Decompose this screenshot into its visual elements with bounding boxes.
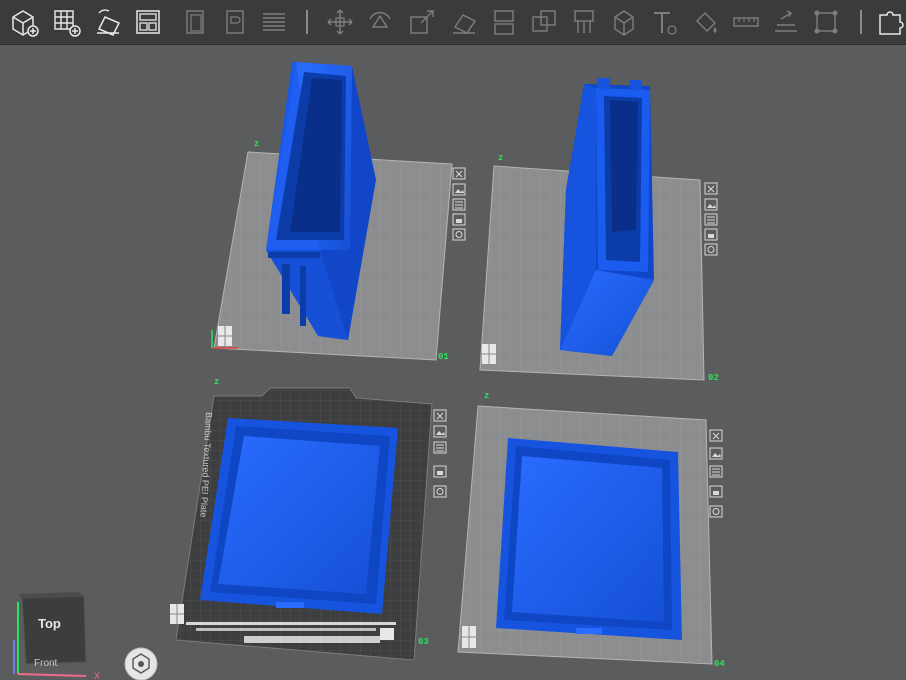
text-button[interactable]: [648, 6, 680, 38]
view-cube[interactable]: Top Front X: [13, 592, 100, 680]
boolean-icon: [532, 10, 556, 32]
measure-icon: [733, 17, 759, 27]
color-paint-button[interactable]: [690, 6, 722, 38]
3d-viewport[interactable]: 01 z 02 z Bambu Textured PEI Plate 03 z …: [0, 45, 906, 680]
plate-image-icon[interactable]: [704, 198, 718, 211]
assembly-button[interactable]: [770, 6, 802, 38]
layers-button[interactable]: [258, 6, 290, 38]
plate-03-axis-tick: z: [214, 377, 219, 387]
plate-01-label: 01: [438, 352, 449, 362]
split-objects-button[interactable]: [180, 6, 212, 38]
seam-paint-button[interactable]: [608, 6, 640, 38]
arrange-icon: [136, 10, 160, 34]
auto-orient-icon: [97, 9, 121, 36]
split-parts-button[interactable]: [220, 6, 252, 38]
auto-orient-button[interactable]: [92, 6, 124, 38]
plate-04-label: 04: [714, 659, 725, 669]
close-plate-icon[interactable]: [704, 182, 718, 195]
close-plate-icon[interactable]: [709, 429, 723, 442]
plate-autoorient-icon[interactable]: [704, 243, 718, 256]
toolbar-separator: [860, 10, 862, 34]
lay-on-face-button[interactable]: [448, 6, 480, 38]
cut-icon: [494, 10, 514, 35]
plate-02-corner-marker: [482, 344, 496, 364]
puzzle-button[interactable]: [874, 6, 906, 38]
puzzle-icon: [879, 11, 904, 35]
plate-04-corner-marker: [462, 626, 476, 648]
layers-icon: [263, 13, 285, 31]
plate-settings-icon[interactable]: [709, 465, 723, 478]
support-paint-icon: [574, 10, 594, 33]
plate-03-tools: [433, 409, 447, 498]
assembly-icon: [775, 10, 797, 32]
rotate-icon: [369, 11, 391, 28]
plate-settings-icon[interactable]: [704, 213, 718, 226]
plate-lock-icon[interactable]: [709, 485, 723, 498]
plate-03-label: 03: [418, 637, 429, 647]
add-part-button[interactable]: [8, 6, 40, 38]
x-axis-line: [17, 673, 87, 677]
view-cube-front-face[interactable]: Front: [34, 658, 58, 669]
plate-lock-icon[interactable]: [452, 213, 466, 226]
cut-button[interactable]: [488, 6, 520, 38]
plate-02-axis-tick: z: [498, 153, 503, 163]
plate-04-tools: [709, 429, 723, 518]
support-paint-button[interactable]: [568, 6, 600, 38]
variable-layer-icon: [814, 10, 838, 34]
boolean-button[interactable]: [528, 6, 560, 38]
model-tray-2[interactable]: [496, 438, 682, 640]
measure-button[interactable]: [730, 6, 762, 38]
top-toolbar: [0, 0, 906, 45]
scale-icon: [410, 10, 434, 34]
plate-settings-icon[interactable]: [433, 441, 447, 454]
move-icon: [327, 9, 353, 35]
camera-view-button[interactable]: [124, 647, 158, 680]
text-icon: [654, 12, 677, 35]
split-objects-icon: [186, 10, 204, 34]
plate-04-axis-tick: z: [484, 391, 489, 401]
variable-layer-button[interactable]: [810, 6, 842, 38]
seam-paint-icon: [614, 10, 634, 36]
color-paint-icon: [696, 12, 717, 33]
plate-settings-icon[interactable]: [452, 198, 466, 211]
plate-image-icon[interactable]: [709, 447, 723, 460]
scale-button[interactable]: [406, 6, 438, 38]
plate-autoorient-icon[interactable]: [433, 485, 447, 498]
model-tray-1[interactable]: [200, 418, 398, 614]
split-parts-icon: [226, 10, 244, 34]
plate-image-icon[interactable]: [433, 425, 447, 438]
lay-on-face-icon: [453, 14, 477, 34]
plate-autoorient-icon[interactable]: [709, 505, 723, 518]
close-plate-icon[interactable]: [452, 167, 466, 180]
toolbar-separator: [306, 10, 308, 34]
plate-02-tools: [704, 182, 718, 256]
close-plate-icon[interactable]: [433, 409, 447, 422]
add-plate-icon: [54, 10, 81, 37]
plate-03-corner-marker: [170, 604, 184, 624]
plate-01-axis-tick: z: [254, 139, 259, 149]
add-plate-button[interactable]: [50, 6, 82, 38]
move-button[interactable]: [324, 6, 356, 38]
plate-lock-icon[interactable]: [433, 465, 447, 478]
arrange-button[interactable]: [132, 6, 164, 38]
plate-01-tools: [452, 167, 466, 241]
plate-lock-icon[interactable]: [704, 228, 718, 241]
x-axis-label: X: [94, 671, 100, 680]
rotate-button[interactable]: [364, 6, 396, 38]
plate-autoorient-icon[interactable]: [452, 228, 466, 241]
plate-02-label: 02: [708, 373, 719, 383]
plate-image-icon[interactable]: [452, 183, 466, 196]
add-part-icon: [12, 10, 39, 37]
view-cube-top-face[interactable]: Top: [38, 616, 61, 631]
